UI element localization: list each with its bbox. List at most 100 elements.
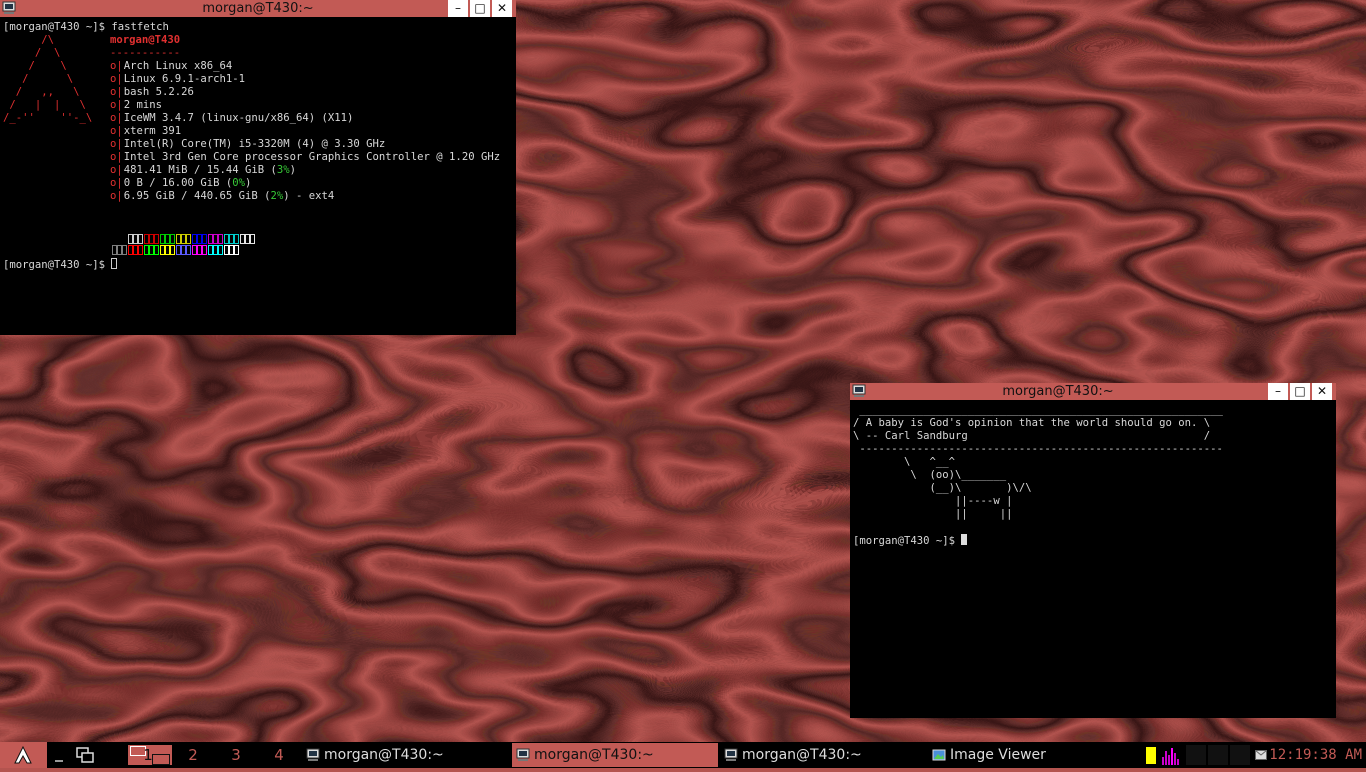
command-line: [morgan@T430 ~]$ fastfetch <box>3 21 169 33</box>
swap-meter[interactable] <box>1208 745 1228 765</box>
info-value: Intel 3rd Gen Core processor Graphics Co… <box>123 151 501 163</box>
arch-logo-ascii: /\ / \ / \ / \ / ,, \ / | | \/_-'' ''-_\ <box>3 34 92 125</box>
logo-line: /_-'' ''-_\ <box>3 112 93 124</box>
info-row: o|2 mins <box>110 99 163 111</box>
network-graph[interactable] <box>1160 745 1184 765</box>
cowsay-line: ________________________________________… <box>853 404 1223 416</box>
logo-line: / | | \ <box>3 99 86 111</box>
arch-logo-icon <box>14 745 32 764</box>
disk-meter[interactable] <box>1230 745 1250 765</box>
palette-swatch <box>234 245 239 255</box>
task-label: Image Viewer <box>950 747 1046 763</box>
workspace-4[interactable]: 4 <box>268 745 290 765</box>
text-cursor <box>111 258 118 269</box>
system-monitors <box>1146 742 1250 768</box>
mem-meter[interactable] <box>1186 745 1206 765</box>
prompt-text: [morgan@T430 ~]$ <box>853 535 962 547</box>
terminal-icon <box>306 748 320 761</box>
window-titlebar[interactable]: morgan@T430:~ – □ ✕ <box>850 383 1336 400</box>
image-viewer-icon <box>932 749 946 761</box>
info-value: 2 mins <box>123 99 163 111</box>
cowsay-output: ________________________________________… <box>853 404 1223 521</box>
taskbar-task-terminal-1[interactable]: morgan@T430:~ <box>302 743 508 767</box>
info-row: o|Intel(R) Core(TM) i5-3320M (4) @ 3.30 … <box>110 138 386 150</box>
cowsay-line: ----------------------------------------… <box>853 443 1223 455</box>
terminal-window-fastfetch[interactable]: morgan@T430:~ – □ ✕ [morgan@T430 ~]$ fas… <box>0 0 516 335</box>
prompt-line: [morgan@T430 ~]$ <box>853 534 968 548</box>
palette-swatch <box>250 234 255 244</box>
clock[interactable]: 12:19:38 AM <box>1269 742 1362 768</box>
close-button[interactable]: ✕ <box>492 0 512 17</box>
minimize-button[interactable]: – <box>1268 383 1288 400</box>
task-label: morgan@T430:~ <box>534 747 654 763</box>
close-button[interactable]: ✕ <box>1312 383 1332 400</box>
palette-swatch <box>202 245 207 255</box>
windows-icon <box>76 747 94 763</box>
workspace-pager: 1 2 3 4 <box>128 742 298 768</box>
workspace-3[interactable]: 3 <box>225 745 247 765</box>
prompt-text: [morgan@T430 ~]$ <box>3 259 112 271</box>
info-row: o|xterm 391 <box>110 125 182 137</box>
palette-swatch <box>234 234 239 244</box>
palette-swatch <box>154 234 159 244</box>
maximize-button[interactable]: □ <box>1290 383 1310 400</box>
prompt-line: [morgan@T430 ~]$ <box>3 258 118 272</box>
palette-swatch <box>138 234 143 244</box>
terminal-window-cowsay[interactable]: morgan@T430:~ – □ ✕ ____________________… <box>850 383 1336 718</box>
info-value: 481.41 MiB / 15.44 GiB (3%) <box>123 164 297 176</box>
task-label: morgan@T430:~ <box>324 747 444 763</box>
minimize-button[interactable]: – <box>448 0 468 17</box>
info-row: o|0 B / 16.00 GiB (0%) <box>110 177 252 189</box>
palette-swatch <box>170 234 175 244</box>
info-row: o|IceWM 3.4.7 (linux-gnu/x86_64) (X11) <box>110 112 354 124</box>
logo-line: / \ <box>3 60 67 72</box>
palette-swatch <box>186 245 191 255</box>
taskbar-task-image-viewer[interactable]: Image Viewer <box>928 743 1134 767</box>
palette-swatch <box>170 245 175 255</box>
window-title: morgan@T430:~ <box>1002 384 1114 399</box>
cowsay-line: \ (oo)\_______ <box>853 469 1007 481</box>
terminal-content[interactable]: ________________________________________… <box>850 400 1336 718</box>
palette-swatch <box>218 234 223 244</box>
info-row: o|6.95 GiB / 440.65 GiB (2%) - ext4 <box>110 190 335 202</box>
palette-swatch <box>186 234 191 244</box>
system-info-list: o|Arch Linux x86_64 o|Linux 6.9.1-arch1-1… <box>110 60 500 203</box>
cowsay-line: || || <box>853 508 1013 520</box>
info-value: Intel(R) Core(TM) i5-3320M (4) @ 3.30 GH… <box>123 138 386 150</box>
logo-line: / \ <box>3 47 61 59</box>
info-value: xterm 391 <box>123 125 182 137</box>
info-row: o|bash 5.2.26 <box>110 86 194 98</box>
logo-line: /\ <box>3 34 55 46</box>
workspace-1[interactable]: 1 <box>128 745 172 765</box>
info-row: o|Arch Linux x86_64 <box>110 60 233 72</box>
info-row: o|Linux 6.9.1-arch1-1 <box>110 73 245 85</box>
info-value: Linux 6.9.1-arch1-1 <box>123 73 245 85</box>
info-row: o|481.41 MiB / 15.44 GiB (3%) <box>110 164 297 176</box>
workspace-label: 1 <box>143 746 153 764</box>
workspace-2[interactable]: 2 <box>182 745 204 765</box>
logo-line: / ,, \ <box>3 86 80 98</box>
terminal-icon <box>516 748 530 761</box>
palette-swatch <box>154 245 159 255</box>
palette-swatch <box>202 234 207 244</box>
taskbar-task-terminal-2[interactable]: morgan@T430:~ <box>512 743 718 767</box>
info-row: o|Intel 3rd Gen Core processor Graphics … <box>110 151 501 163</box>
cowsay-line: \ ^__^ <box>853 456 956 468</box>
text-cursor <box>961 534 968 545</box>
taskbar-task-terminal-3[interactable]: morgan@T430:~ <box>720 743 926 767</box>
cowsay-line: (__)\ )\/\ <box>853 482 1032 494</box>
show-desktop-button[interactable] <box>52 742 66 768</box>
window-list-button[interactable] <box>74 742 96 768</box>
separator: ----------- <box>110 47 181 59</box>
mail-icon[interactable] <box>1255 750 1267 760</box>
maximize-button[interactable]: □ <box>470 0 490 17</box>
cowsay-line: ||----w | <box>853 495 1013 507</box>
window-titlebar[interactable]: morgan@T430:~ – □ ✕ <box>0 0 516 17</box>
terminal-icon <box>724 748 738 761</box>
terminal-content[interactable]: [morgan@T430 ~]$ fastfetch /\ / \ / \ / … <box>0 17 516 335</box>
info-value: 6.95 GiB / 440.65 GiB (2%) - ext4 <box>123 190 335 202</box>
cpu-meter[interactable] <box>1146 747 1156 764</box>
taskbar: 1 2 3 4 morgan@T430:~ morgan@T430:~ morg… <box>0 742 1366 768</box>
start-menu-button[interactable] <box>0 742 47 768</box>
cowsay-line: / A baby is God's opinion that the world… <box>853 417 1211 429</box>
